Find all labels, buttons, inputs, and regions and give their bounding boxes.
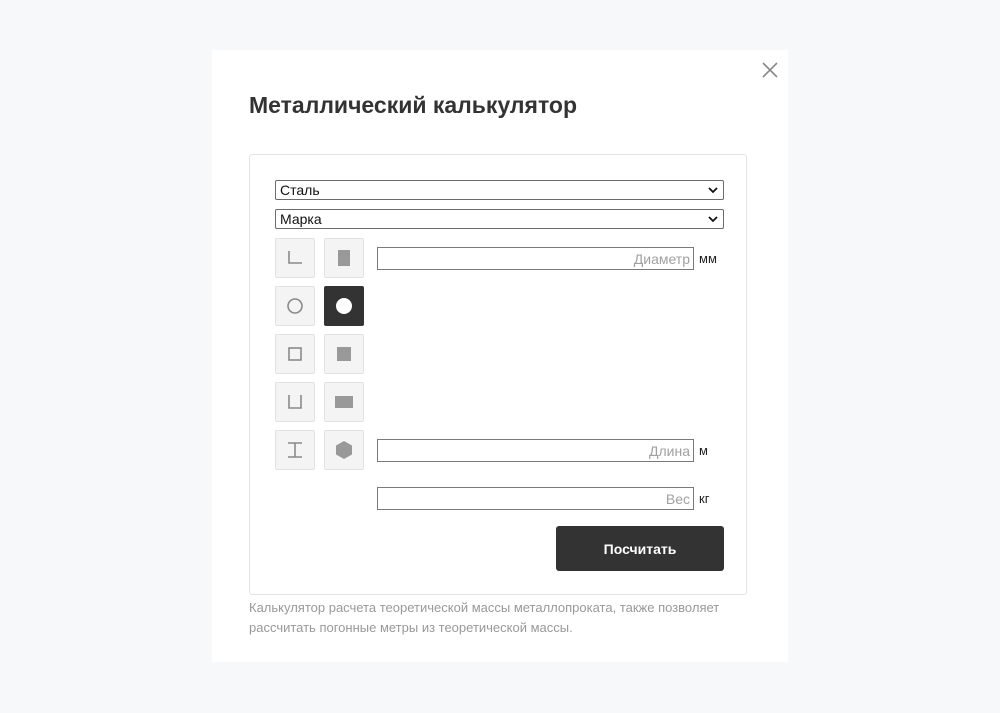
diameter-unit: мм (699, 251, 717, 266)
diameter-input[interactable] (377, 247, 694, 270)
calculate-button[interactable]: Посчитать (556, 526, 724, 571)
chevron-down-icon (708, 216, 718, 223)
shape-strip-button[interactable] (324, 382, 364, 422)
grade-select-value: Марка (280, 211, 322, 227)
shape-square-bar-button[interactable] (324, 334, 364, 374)
round-bar-icon (336, 298, 352, 314)
shape-pipe-round-button[interactable] (275, 286, 315, 326)
shape-sheet-button[interactable] (324, 238, 364, 278)
close-icon[interactable] (759, 59, 781, 81)
weight-unit: кг (699, 491, 710, 506)
grade-select[interactable]: Марка (275, 209, 724, 229)
calculator-modal: Металлический калькулятор Сталь Марка Ди… (212, 50, 788, 662)
material-select[interactable]: Сталь (275, 180, 724, 200)
weight-input[interactable] (377, 487, 694, 510)
modal-title: Металлический калькулятор (249, 92, 578, 118)
hexagon-bar-icon (336, 441, 352, 459)
shape-round-bar-button[interactable] (324, 286, 364, 326)
channel-icon (288, 395, 302, 409)
i-beam-icon (288, 442, 302, 458)
shape-hexagon-bar-button[interactable] (324, 430, 364, 470)
material-select-value: Сталь (280, 182, 320, 198)
shape-angle-button[interactable] (275, 238, 315, 278)
shape-channel-button[interactable] (275, 382, 315, 422)
pipe-square-icon (288, 347, 302, 361)
length-unit: м (699, 443, 708, 458)
calculator-description: Калькулятор расчета теоретической массы … (249, 600, 720, 635)
chevron-down-icon (708, 187, 718, 194)
shape-i-beam-button[interactable] (275, 430, 315, 470)
strip-icon (335, 396, 353, 408)
calculator-panel: Сталь Марка Диаметр мм Длина м Вес кг По… (249, 154, 747, 595)
pipe-round-icon (287, 298, 303, 314)
square-bar-icon (337, 347, 351, 361)
length-input[interactable] (377, 439, 694, 462)
sheet-icon (338, 250, 350, 266)
shape-pipe-square-button[interactable] (275, 334, 315, 374)
angle-icon (288, 251, 302, 264)
